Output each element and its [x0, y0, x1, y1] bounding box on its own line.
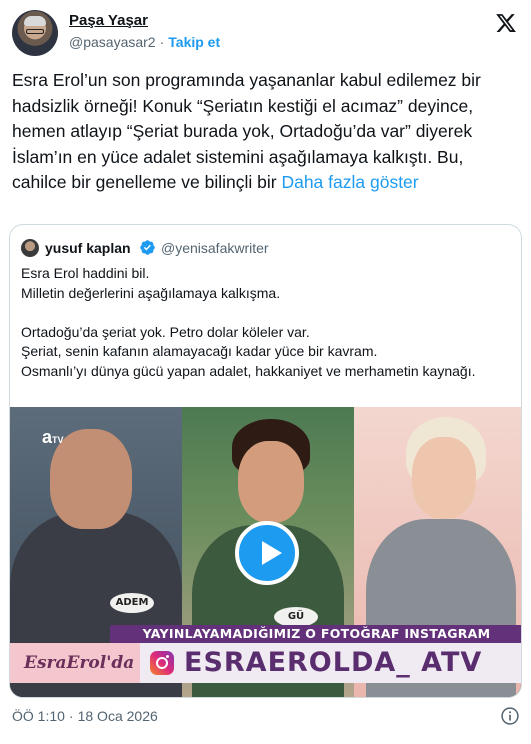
quoted-line: Şeriat, senin kafanın alamayacağı kadar … [21, 343, 378, 359]
info-icon[interactable] [500, 706, 520, 726]
quoted-line: Osmanlı’yı dünya gücü yapan adalet, hakk… [21, 362, 476, 379]
instagram-icon [150, 651, 174, 675]
author-handle-row: @pasayasar2 · Takip et [69, 34, 220, 50]
tweet-header: Paşa Yaşar @pasayasar2 · Takip et [12, 10, 519, 58]
timestamp-time: ÖÖ 1:10 [12, 708, 65, 724]
banner-top-text: YAYINLAYAMADIĞIMIZ O FOTOĞRAF INSTAGRAM … [110, 625, 521, 659]
follow-button[interactable]: Takip et [168, 34, 220, 50]
author-handle[interactable]: @pasayasar2 [69, 34, 156, 50]
quoted-author-handle: @yenisafakwriter [161, 240, 269, 256]
name-badge-left: ADEM [110, 593, 154, 613]
banner-show-name: EsraErol'da [10, 643, 140, 683]
quoted-line: Esra Erol haddini bil. [21, 265, 150, 281]
verified-badge-icon [140, 240, 155, 255]
name-badge-mid: GÜ [274, 607, 318, 627]
channel-logo-letter: a [42, 427, 53, 447]
author-name[interactable]: Paşa Yaşar [69, 12, 148, 29]
author-avatar[interactable] [12, 10, 58, 56]
quoted-avatar [21, 239, 39, 257]
separator-dot: · [159, 34, 165, 50]
quoted-text: Esra Erol haddini bil. Milletin değerler… [21, 264, 511, 381]
quoted-line: Milletin değerlerini aşağılamaya kalkışm… [21, 284, 281, 301]
x-logo-icon[interactable] [495, 12, 517, 34]
video-thumbnail[interactable]: aTV ADEM GÜ YAYINLAYAMADIĞIMIZ O FOTOĞRA… [10, 407, 521, 697]
channel-logo: aTV [42, 427, 72, 449]
banner-instagram: ESRAEROLDA_ ATV [140, 643, 521, 683]
quoted-line: Ortadoğu’da şeriat yok. Petro dolar köle… [21, 323, 310, 340]
timestamp-date: 18 Oca 2026 [77, 708, 158, 724]
quoted-tweet[interactable]: yusuf kaplan @yenisafakwriter Esra Erol … [9, 224, 522, 698]
play-icon[interactable] [235, 521, 299, 585]
quoted-author-name: yusuf kaplan [45, 240, 131, 256]
separator-dot: · [68, 708, 74, 724]
banner-instagram-handle: ESRAEROLDA_ ATV [184, 647, 483, 678]
tweet-text: Esra Erol’un son programında yaşananlar … [12, 68, 522, 196]
show-more-link[interactable]: Daha fazla göster [281, 172, 418, 192]
tweet-timestamp[interactable]: ÖÖ 1:10 · 18 Oca 2026 [12, 708, 158, 724]
quoted-line [21, 303, 511, 323]
channel-logo-suffix: TV [52, 435, 64, 445]
